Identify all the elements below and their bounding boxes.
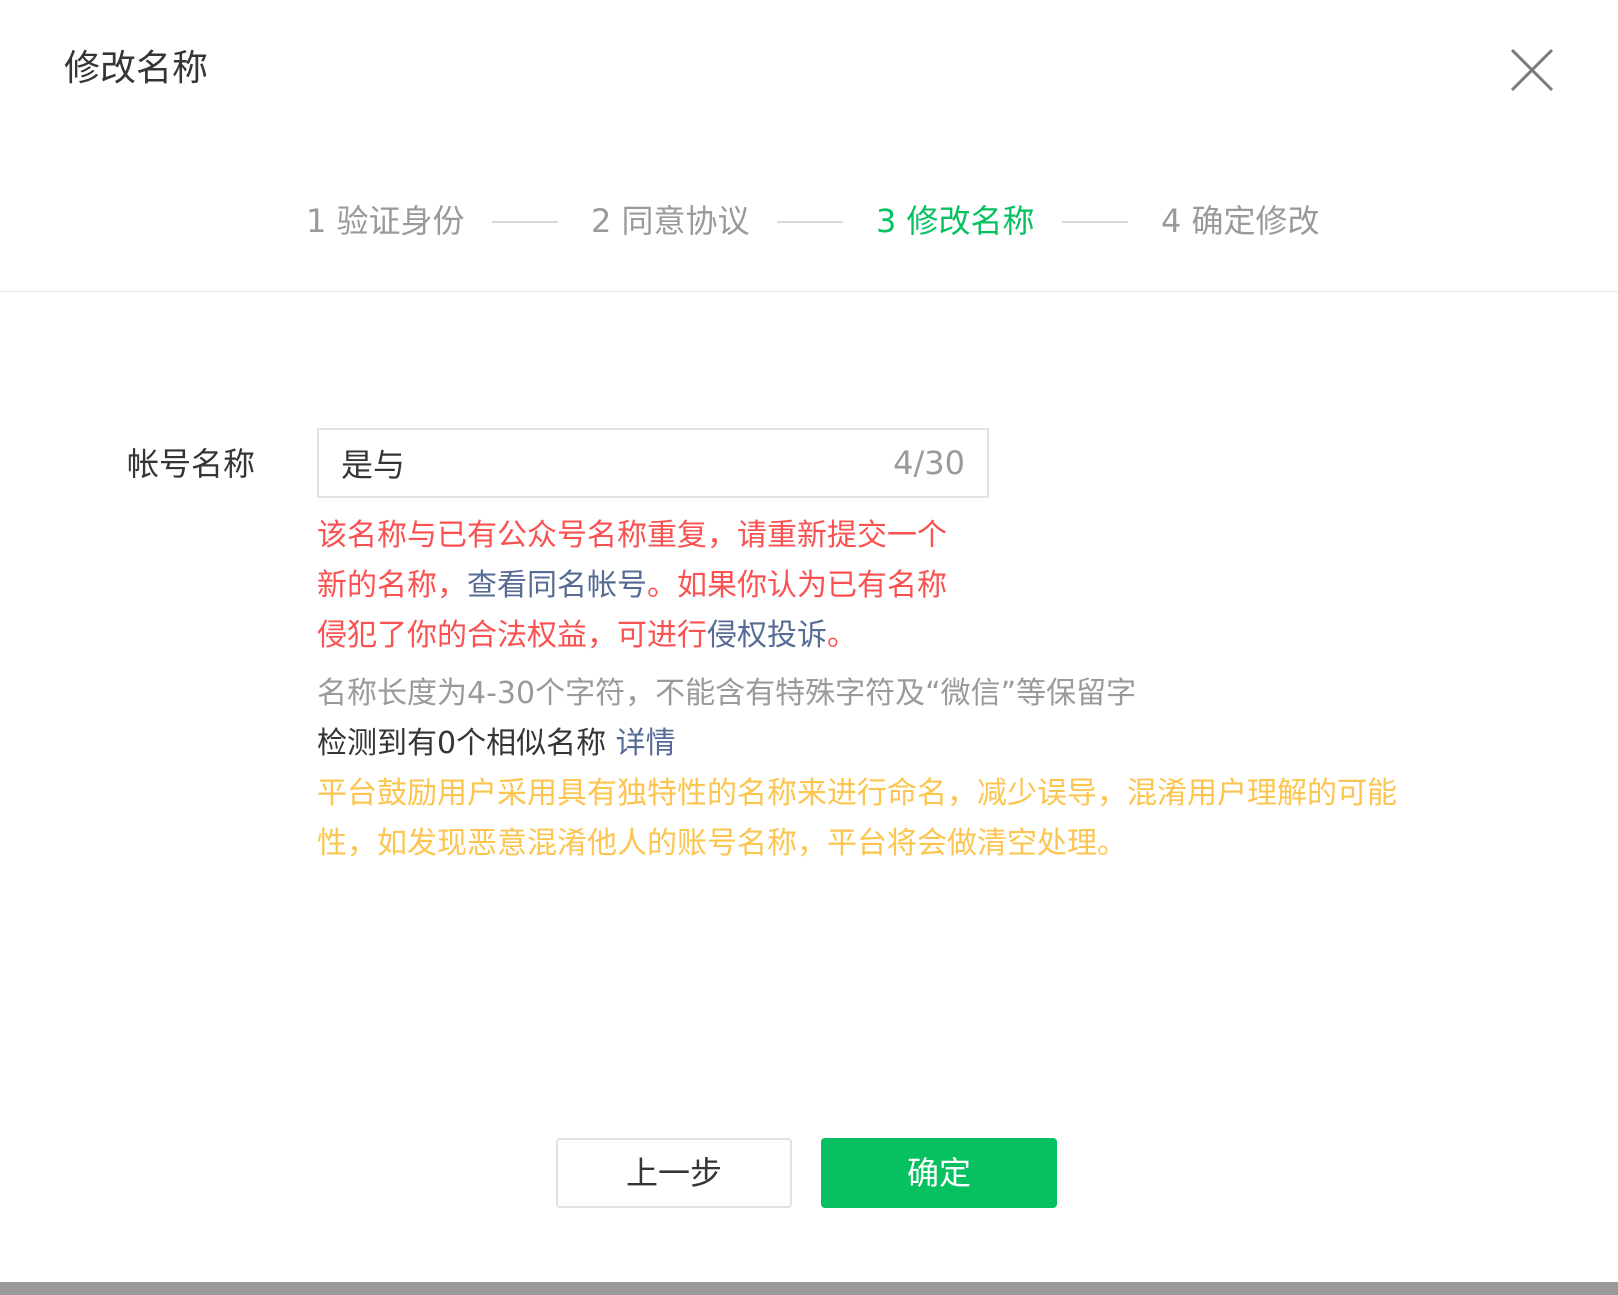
duplicate-name-error-line-1: 该名称与已有公众号名称重复，请重新提交一个	[317, 518, 947, 553]
header-divider	[0, 291, 1618, 292]
close-button[interactable]	[1508, 46, 1556, 94]
duplicate-name-error-line-3: 侵犯了你的合法权益，可进行侵权投诉。	[317, 618, 857, 653]
step-separator	[777, 221, 843, 223]
account-name-label: 帐号名称	[127, 445, 256, 483]
step-indicator: 1 验证身份 2 同意协议 3 修改名称 4 确定修改	[0, 196, 1618, 246]
platform-warning-line-1: 平台鼓励用户采用具有独特性的名称来进行命名，减少误导，混淆用户理解的可能	[317, 776, 1397, 811]
dialog-header: 修改名称	[0, 0, 1618, 140]
view-same-name-account-link[interactable]: 查看同名帐号	[467, 568, 647, 603]
platform-warning-line-2: 性，如发现恶意混淆他人的账号名称，平台将会做清空处理。	[317, 826, 1127, 861]
step-modify-name: 3 修改名称	[876, 202, 1035, 240]
step-verify-identity: 1 验证身份	[306, 202, 465, 240]
char-count: 4/30	[893, 444, 965, 482]
previous-step-button[interactable]: 上一步	[556, 1138, 792, 1208]
dialog-title: 修改名称	[64, 48, 209, 89]
step-agree-terms: 2 同意协议	[591, 202, 750, 240]
close-icon	[1510, 48, 1554, 92]
bottom-bar	[0, 1282, 1618, 1295]
similar-names-check: 检测到有0个相似名称 详情	[317, 726, 676, 761]
step-separator	[492, 221, 558, 223]
similar-names-details-link[interactable]: 详情	[616, 726, 676, 761]
step-separator	[1062, 221, 1128, 223]
duplicate-name-error-line-2: 新的名称，查看同名帐号。如果你认为已有名称	[317, 568, 947, 603]
confirm-button[interactable]: 确定	[821, 1138, 1057, 1208]
name-rules-hint: 名称长度为4-30个字符，不能含有特殊字符及“微信”等保留字	[317, 676, 1137, 711]
infringement-complaint-link[interactable]: 侵权投诉	[707, 618, 827, 653]
account-name-field[interactable]: 4/30	[317, 428, 989, 498]
step-confirm-change: 4 确定修改	[1161, 202, 1320, 240]
account-name-input[interactable]	[341, 430, 861, 496]
